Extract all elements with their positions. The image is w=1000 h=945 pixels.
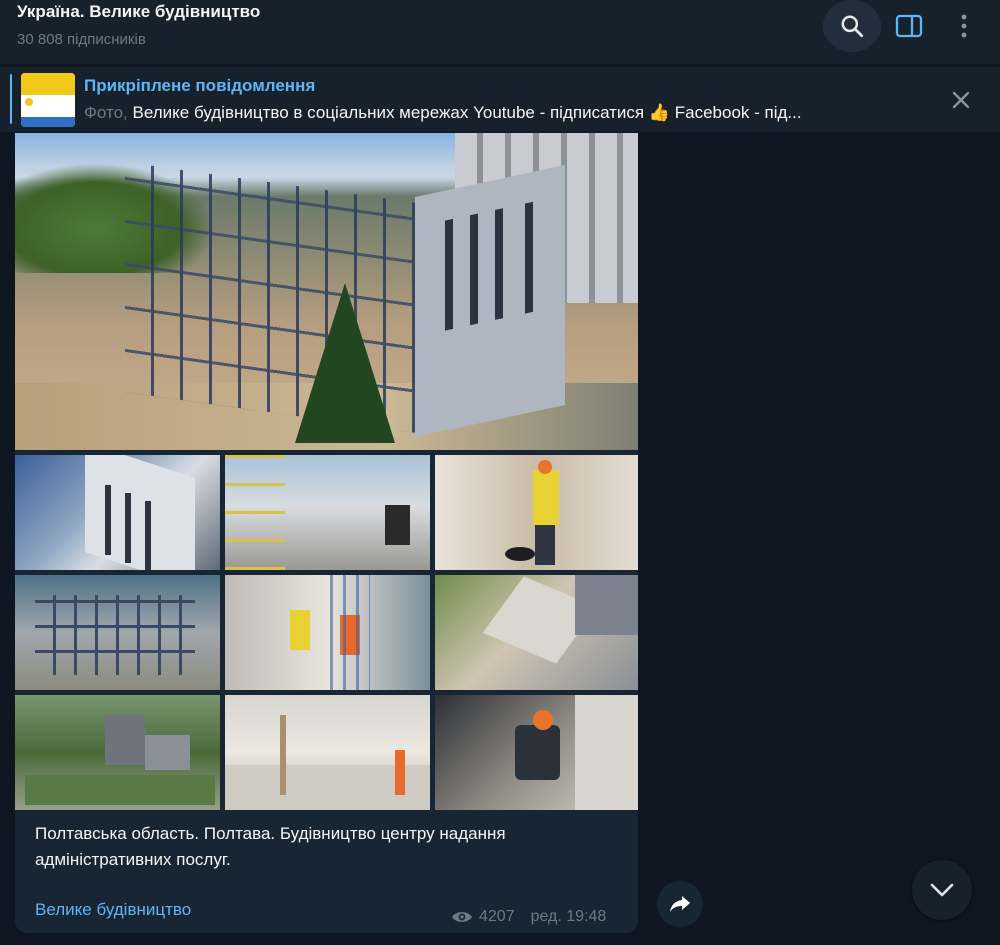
album-photo-main[interactable] — [15, 133, 638, 450]
scroll-to-bottom-button[interactable] — [912, 860, 972, 920]
album-photo[interactable] — [435, 575, 638, 690]
message-caption: Полтавська область. Полтава. Будівництво… — [35, 824, 506, 869]
subscriber-count: 30 808 підписників — [17, 31, 146, 48]
more-vertical-icon — [961, 14, 967, 38]
close-icon — [952, 91, 970, 109]
more-options-button[interactable] — [935, 0, 993, 52]
channel-signature-link[interactable]: Велике будівництво — [35, 900, 191, 920]
album-photo[interactable] — [225, 575, 430, 690]
view-count: 4207 — [479, 908, 515, 925]
pinned-prefix: Фото, — [84, 103, 128, 122]
message-bubble: Полтавська область. Полтава. Будівництво… — [15, 133, 638, 933]
chat-header: Україна. Велике будівництво 30 808 підпи… — [0, 0, 1000, 64]
album-photo[interactable] — [435, 695, 638, 810]
channel-title[interactable]: Україна. Велике будівництво — [17, 2, 260, 22]
edited-timestamp: ред. 19:48 — [530, 908, 607, 925]
pinned-thumbnail — [21, 73, 75, 127]
album-photo[interactable] — [225, 695, 430, 810]
album-photo[interactable] — [225, 455, 430, 570]
pinned-preview: Фото, Велике будівництво в соціальних ме… — [84, 103, 914, 123]
search-icon — [841, 15, 864, 38]
pinned-message-bar[interactable]: Прикріплене повідомлення Фото, Велике бу… — [0, 66, 1000, 132]
album-photo[interactable] — [15, 455, 220, 570]
album-photo[interactable] — [15, 695, 220, 810]
share-icon — [670, 896, 690, 912]
sidebar-toggle-icon — [895, 14, 923, 38]
pinned-title: Прикріплене повідомлення — [84, 76, 316, 95]
album-photo[interactable] — [15, 575, 220, 690]
close-pinned-button[interactable] — [944, 83, 978, 117]
eye-icon — [452, 912, 472, 922]
chevron-down-icon — [930, 883, 954, 897]
pinned-accent-line — [10, 74, 12, 124]
pinned-text: Велике будівництво в соціальних мережах … — [132, 103, 802, 122]
share-button[interactable] — [657, 881, 703, 927]
album-photo[interactable] — [435, 455, 638, 570]
sidebar-toggle-button[interactable] — [880, 0, 938, 52]
search-button[interactable] — [823, 0, 881, 52]
message-meta: 4207 ред. 19:48 — [451, 906, 623, 928]
